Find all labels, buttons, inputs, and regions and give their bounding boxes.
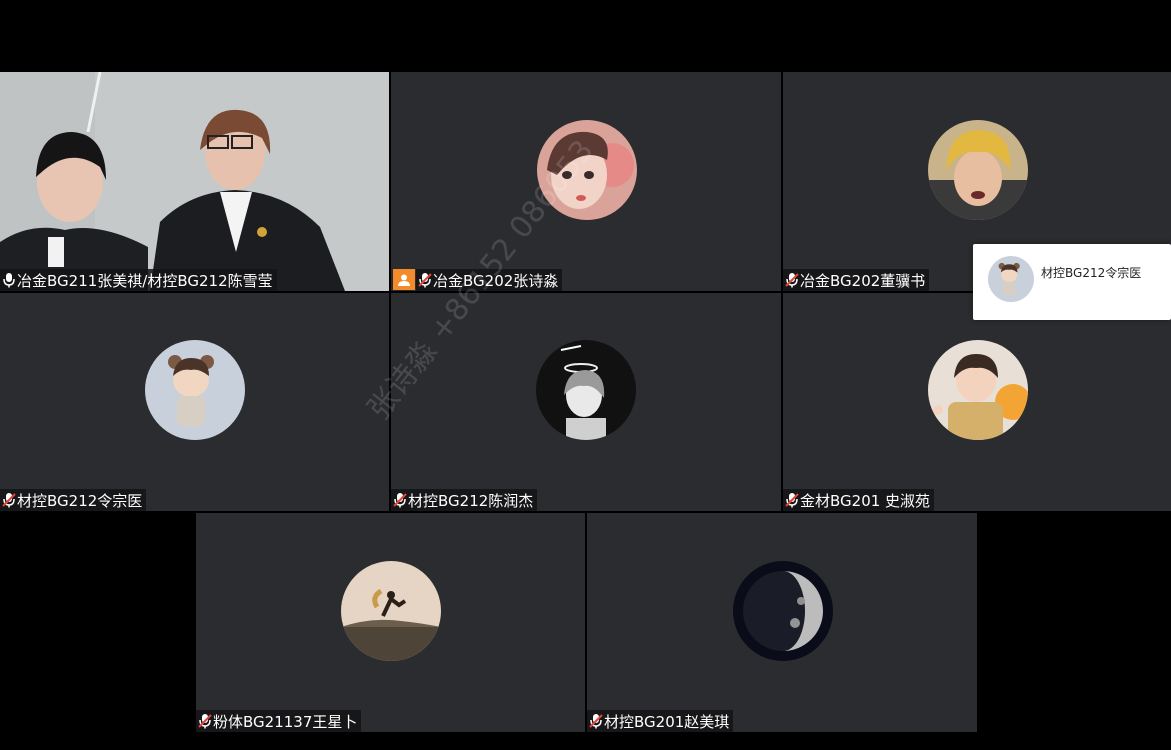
- participant-name-tag: 冶金BG202张诗淼: [416, 269, 563, 291]
- participant-name-tag: 金材BG201 史淑苑: [783, 489, 935, 511]
- participant-name-tag: 材控BG212陈润杰: [391, 489, 538, 511]
- participant-avatar: [928, 340, 1028, 440]
- participant-name: 粉体BG21137王星卜: [213, 712, 358, 731]
- participant-name-tag: 冶金BG202董骥书: [783, 269, 930, 291]
- participant-name: 材控BG212令宗医: [17, 491, 143, 510]
- participant-avatar: [536, 340, 636, 440]
- participant-name: 材控BG212陈润杰: [408, 491, 534, 510]
- microphone-muted-icon: [785, 492, 799, 508]
- camera-video-feed: [0, 72, 389, 291]
- participant-name-tag: 材控BG201赵美琪: [587, 710, 734, 732]
- participant-name: 冶金BG202张诗淼: [433, 271, 559, 290]
- speaker-avatar: [988, 256, 1034, 302]
- participant-name-tag: 冶金BG211张美祺/材控BG212陈雪莹: [0, 269, 277, 291]
- participant-name-tag: 粉体BG21137王星卜: [196, 710, 362, 732]
- microphone-on-icon: [2, 272, 16, 288]
- video-tile-5[interactable]: 材控BG212陈润杰: [391, 293, 781, 511]
- participant-name-tag: 材控BG212令宗医: [0, 489, 147, 511]
- participant-avatar: [928, 120, 1028, 220]
- microphone-muted-icon: [393, 492, 407, 508]
- participant-avatar: [145, 340, 245, 440]
- microphone-muted-icon: [198, 713, 212, 729]
- participant-name: 冶金BG211张美祺/材控BG212陈雪莹: [17, 271, 273, 290]
- video-tile-8[interactable]: 材控BG201赵美琪: [587, 513, 977, 732]
- participant-avatar: [733, 561, 833, 661]
- speaker-name: 材控BG212令宗医: [1041, 266, 1142, 280]
- video-tile-1[interactable]: 冶金BG211张美祺/材控BG212陈雪莹: [0, 72, 389, 291]
- video-tile-6[interactable]: 金材BG201 史淑苑: [783, 293, 1171, 511]
- video-tile-7[interactable]: 粉体BG21137王星卜: [196, 513, 585, 732]
- participant-avatar: [341, 561, 441, 661]
- participant-name: 冶金BG202董骥书: [800, 271, 926, 290]
- microphone-muted-icon: [2, 492, 16, 508]
- participant-avatar: [537, 120, 637, 220]
- microphone-muted-icon: [589, 713, 603, 729]
- active-speaker-popup[interactable]: 材控BG212令宗医: [973, 244, 1171, 320]
- participant-name: 金材BG201 史淑苑: [800, 491, 931, 510]
- participant-name: 材控BG201赵美琪: [604, 712, 730, 731]
- video-tile-2[interactable]: 冶金BG202张诗淼: [391, 72, 781, 291]
- microphone-muted-icon: [418, 272, 432, 288]
- video-tile-4[interactable]: 材控BG212令宗医: [0, 293, 389, 511]
- host-badge-icon: [393, 269, 415, 290]
- microphone-muted-icon: [785, 272, 799, 288]
